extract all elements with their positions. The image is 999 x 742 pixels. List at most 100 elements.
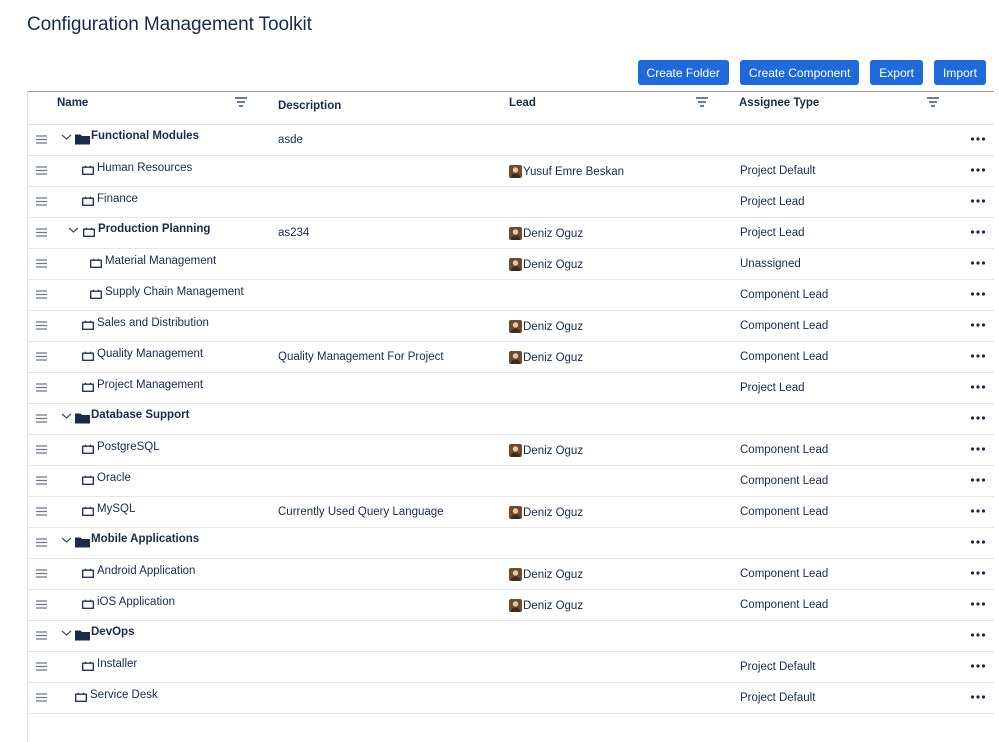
more-options-icon[interactable] [970, 629, 986, 641]
filter-icon[interactable] [696, 97, 708, 107]
chevron-down-icon[interactable] [61, 132, 72, 142]
table-row[interactable]: Material Management Deniz Oguz Unassigned [28, 249, 994, 280]
more-options-icon[interactable] [970, 226, 986, 238]
drag-handle-icon[interactable] [36, 290, 47, 299]
more-options-icon[interactable] [970, 598, 986, 610]
table-row[interactable]: Installer Project Default [28, 652, 994, 683]
row-name[interactable]: Mobile Applications [91, 533, 199, 545]
table-row[interactable]: PostgreSQL Deniz Oguz Component Lead [28, 435, 994, 466]
row-name[interactable]: Oracle [97, 472, 131, 484]
more-options-icon[interactable] [970, 288, 986, 300]
create-component-button[interactable]: Create Component [739, 60, 860, 85]
row-name[interactable]: iOS Application [97, 596, 175, 608]
more-options-icon[interactable] [970, 195, 986, 207]
column-header-name[interactable]: Name [57, 97, 88, 109]
drag-handle-icon[interactable] [36, 228, 47, 237]
table-row[interactable]: MySQL Currently Used Query Language Deniz … [28, 497, 994, 528]
chevron-down-icon[interactable] [61, 628, 72, 638]
drag-handle-icon[interactable] [36, 414, 47, 423]
drag-handle-icon[interactable] [36, 383, 47, 392]
more-options-icon[interactable] [970, 350, 986, 362]
table-row[interactable]: Functional Modules asde [28, 125, 994, 156]
drag-handle-icon[interactable] [36, 321, 47, 330]
column-header-lead[interactable]: Lead [509, 97, 536, 109]
chevron-down-icon[interactable] [68, 225, 79, 235]
more-options-icon[interactable] [970, 164, 986, 176]
table-row[interactable]: Supply Chain Management Component Lead [28, 280, 994, 311]
create-folder-button[interactable]: Create Folder [637, 60, 729, 85]
row-name[interactable]: Production Planning [98, 223, 210, 235]
table-row[interactable]: Oracle Component Lead [28, 466, 994, 497]
row-name[interactable]: MySQL [97, 503, 135, 515]
table-row[interactable]: Mobile Applications [28, 528, 994, 559]
table-row[interactable]: DevOps [28, 621, 994, 652]
import-button[interactable]: Import [933, 60, 986, 85]
table-row[interactable]: Android Application Deniz Oguz Component L… [28, 559, 994, 590]
row-name[interactable]: Project Management [97, 379, 203, 391]
filter-icon[interactable] [235, 97, 247, 107]
drag-handle-icon[interactable] [36, 600, 47, 609]
more-options-icon[interactable] [970, 691, 986, 703]
more-options-icon[interactable] [970, 505, 986, 517]
drag-handle-icon[interactable] [36, 197, 47, 206]
more-options-icon[interactable] [970, 319, 986, 331]
chevron-down-icon[interactable] [61, 411, 72, 421]
component-icon [82, 351, 94, 361]
drag-handle-icon[interactable] [36, 538, 47, 547]
table-row[interactable]: Human Resources Yusuf Emre Beskan Project … [28, 156, 994, 187]
more-options-icon[interactable] [970, 536, 986, 548]
avatar [509, 506, 522, 519]
drag-handle-icon[interactable] [36, 693, 47, 702]
table-row[interactable]: Project Management Project Lead [28, 373, 994, 404]
drag-handle-icon[interactable] [36, 352, 47, 361]
more-options-icon[interactable] [970, 567, 986, 579]
table-row[interactable]: Database Support [28, 404, 994, 435]
drag-handle-icon[interactable] [36, 476, 47, 485]
more-options-icon[interactable] [970, 257, 986, 269]
row-name[interactable]: Service Desk [90, 689, 158, 701]
table-row[interactable]: Quality Management Quality Management For… [28, 342, 994, 373]
folder-icon [75, 537, 90, 548]
table-row[interactable]: Sales and Distribution Deniz Oguz Componen… [28, 311, 994, 342]
row-name[interactable]: DevOps [91, 626, 134, 638]
more-options-icon[interactable] [970, 133, 986, 145]
table-row[interactable]: Service Desk Project Default [28, 683, 994, 714]
row-name[interactable]: Human Resources [97, 162, 192, 174]
drag-handle-icon[interactable] [36, 166, 47, 175]
table-row[interactable]: Production Planning as234 Deniz Oguz Projec… [28, 218, 994, 249]
more-options-icon[interactable] [970, 660, 986, 672]
more-options-icon[interactable] [970, 443, 986, 455]
export-button[interactable]: Export [870, 60, 923, 85]
row-lead-name: Deniz Oguz [523, 568, 584, 581]
row-name[interactable]: Sales and Distribution [97, 317, 209, 329]
drag-handle-icon[interactable] [36, 631, 47, 640]
more-options-icon[interactable] [970, 474, 986, 486]
row-name[interactable]: Installer [97, 658, 137, 670]
row-name[interactable]: Material Management [105, 255, 216, 267]
drag-handle-icon[interactable] [36, 569, 47, 578]
drag-handle-icon[interactable] [36, 662, 47, 671]
row-name[interactable]: Database Support [91, 409, 189, 421]
drag-handle-icon[interactable] [36, 445, 47, 454]
row-name[interactable]: Finance [97, 193, 138, 205]
component-icon [82, 320, 94, 330]
chevron-down-icon[interactable] [61, 535, 72, 545]
row-name[interactable]: PostgreSQL [97, 441, 160, 453]
row-assignee-type: Project Default [740, 661, 816, 673]
drag-handle-icon[interactable] [36, 135, 47, 144]
row-name[interactable]: Android Application [97, 565, 195, 577]
filter-icon[interactable] [927, 97, 939, 107]
more-options-icon[interactable] [970, 381, 986, 393]
row-name[interactable]: Supply Chain Management [105, 286, 244, 298]
column-header-description[interactable]: Description [278, 100, 341, 112]
row-name[interactable]: Quality Management [97, 348, 203, 360]
more-options-icon[interactable] [970, 412, 986, 424]
components-table: Name Description Lead Assignee Type Func… [27, 91, 994, 742]
column-header-assignee-type[interactable]: Assignee Type [739, 97, 819, 109]
drag-handle-icon[interactable] [36, 507, 47, 516]
table-row[interactable]: Finance Project Lead [28, 187, 994, 218]
row-lead: Deniz Oguz [509, 506, 583, 519]
row-name[interactable]: Functional Modules [91, 130, 199, 142]
drag-handle-icon[interactable] [36, 259, 47, 268]
table-row[interactable]: iOS Application Deniz Oguz Component Lead [28, 590, 994, 621]
